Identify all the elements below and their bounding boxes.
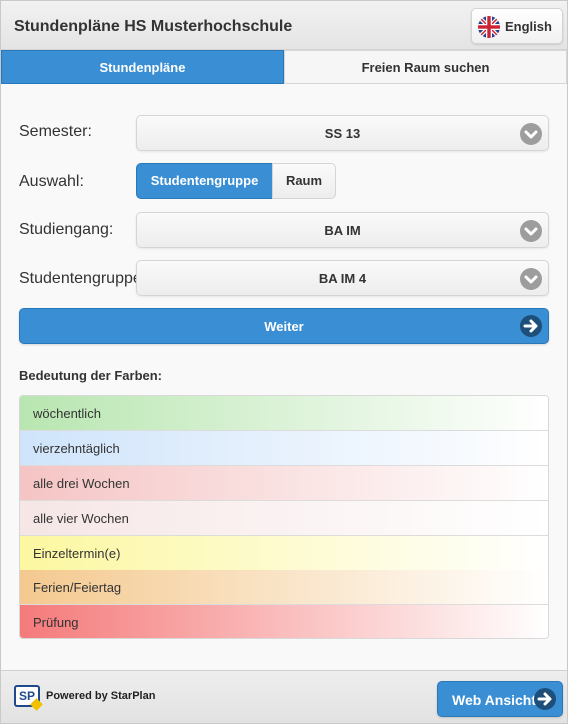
studiengang-label: Studiengang:	[19, 221, 114, 238]
studentengruppe-label: Studentengruppe	[19, 270, 136, 287]
web-ansicht-label: Web Ansicht	[452, 692, 537, 708]
color-legend: wöchentlich vierzehntäglich alle drei Wo…	[19, 395, 549, 639]
tab-stundenplaene[interactable]: Stundenpläne	[1, 50, 284, 84]
studiengang-select[interactable]: BA IM	[136, 212, 549, 248]
arrow-right-icon	[534, 688, 556, 710]
header: Stundenpläne HS Musterhochschule English	[1, 1, 567, 50]
legend-item-woechentlich: wöchentlich	[20, 396, 548, 431]
auswahl-label: Auswahl:	[19, 173, 84, 190]
legend-item-label: Prüfung	[33, 615, 79, 630]
auswahl-raum-button[interactable]: Raum	[272, 163, 336, 199]
footer: SP Powered by StarPlan Web Ansicht	[1, 670, 567, 723]
legend-item-einzeltermin: Einzeltermin(e)	[20, 536, 548, 571]
semester-value: SS 13	[324, 126, 361, 141]
powered-by-text: Powered by StarPlan	[46, 690, 156, 702]
weiter-button[interactable]: Weiter	[19, 308, 549, 344]
uk-flag-icon	[478, 16, 500, 38]
auswahl-studentengruppe-button[interactable]: Studentengruppe	[136, 163, 273, 199]
legend-item-label: vierzehntäglich	[33, 441, 120, 456]
chevron-down-icon	[520, 123, 542, 145]
language-button[interactable]: English	[471, 8, 563, 44]
legend-item-alle-drei-wochen: alle drei Wochen	[20, 466, 548, 501]
legend-title: Bedeutung der Farben:	[19, 368, 163, 383]
web-ansicht-button[interactable]: Web Ansicht	[437, 681, 563, 717]
studiengang-value: BA IM	[324, 223, 361, 238]
chevron-down-icon	[520, 268, 542, 290]
page-title: Stundenpläne HS Musterhochschule	[14, 18, 293, 35]
arrow-right-icon	[520, 315, 542, 337]
language-label: English	[505, 19, 552, 34]
studentengruppe-value: BA IM 4	[318, 271, 367, 286]
semester-label: Semester:	[19, 123, 92, 140]
legend-item-pruefung: Prüfung	[20, 605, 548, 638]
legend-item-ferien-feiertag: Ferien/Feiertag	[20, 570, 548, 605]
weiter-label: Weiter	[264, 319, 304, 334]
legend-item-label: Einzeltermin(e)	[33, 546, 121, 561]
legend-item-vierzehntaeglich: vierzehntäglich	[20, 431, 548, 466]
legend-item-label: wöchentlich	[33, 406, 101, 421]
chevron-down-icon	[520, 220, 542, 242]
legend-item-label: Ferien/Feiertag	[33, 580, 122, 595]
tab-freien-raum-suchen[interactable]: Freien Raum suchen	[284, 50, 567, 84]
legend-item-label: alle vier Wochen	[33, 511, 129, 526]
semester-select[interactable]: SS 13	[136, 115, 549, 151]
legend-item-label: alle drei Wochen	[33, 476, 130, 491]
studentengruppe-select[interactable]: BA IM 4	[136, 260, 549, 296]
legend-item-alle-vier-wochen: alle vier Wochen	[20, 501, 548, 536]
